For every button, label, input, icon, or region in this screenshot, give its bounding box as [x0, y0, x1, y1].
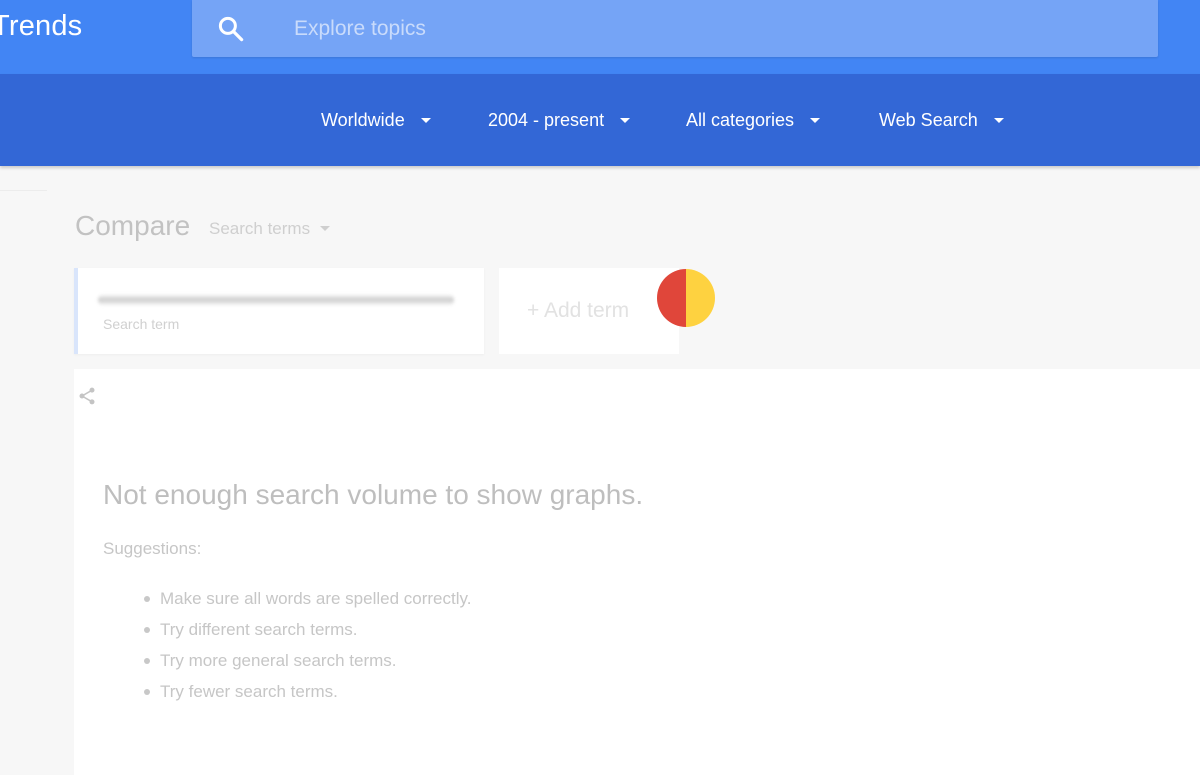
- search-term-caption: Search term: [103, 316, 180, 332]
- compare-mode-label: Search terms: [209, 219, 311, 238]
- add-term-button[interactable]: + Add term: [499, 268, 679, 354]
- location-dropdown-label: Worldwide: [321, 110, 405, 130]
- blurred-search-term: [98, 294, 454, 306]
- suggestion-item: Try fewer search terms.: [143, 681, 471, 712]
- term-color-yellow: [686, 269, 715, 327]
- top-app-bar: Trends: [0, 0, 1200, 74]
- search-icon[interactable]: [216, 14, 246, 44]
- chevron-down-icon: [993, 117, 1004, 123]
- chevron-down-icon: [420, 117, 431, 123]
- location-dropdown[interactable]: Worldwide: [321, 108, 431, 132]
- compare-mode-dropdown[interactable]: Search terms: [209, 219, 331, 239]
- suggestion-item: Try different search terms.: [143, 619, 471, 650]
- add-term-label: + Add term: [527, 299, 630, 322]
- result-panel: Not enough search volume to show graphs.…: [74, 369, 1200, 775]
- category-dropdown-label: All categories: [686, 110, 795, 130]
- chevron-down-icon: [810, 117, 821, 123]
- search-property-dropdown-label: Web Search: [879, 110, 978, 130]
- app-brand[interactable]: Trends: [0, 10, 82, 43]
- search-box[interactable]: [192, 0, 1158, 57]
- no-data-message: Not enough search volume to show graphs.: [103, 479, 644, 510]
- suggestion-item: Try more general search terms.: [143, 650, 471, 681]
- term-color-red: [657, 269, 686, 327]
- time-range-dropdown-label: 2004 - present: [488, 110, 605, 130]
- category-dropdown[interactable]: All categories: [686, 108, 821, 132]
- chevron-down-icon: [620, 117, 631, 123]
- suggestions-heading: Suggestions:: [103, 539, 202, 558]
- chevron-down-icon: [320, 226, 331, 232]
- suggestion-item: Make sure all words are spelled correctl…: [143, 588, 471, 619]
- share-icon[interactable]: [77, 386, 97, 406]
- search-term-card[interactable]: Search term: [74, 268, 484, 354]
- divider: [0, 190, 47, 191]
- filter-bar: Worldwide 2004 - present All categories …: [0, 74, 1200, 166]
- search-property-dropdown[interactable]: Web Search: [879, 108, 1004, 132]
- time-range-dropdown[interactable]: 2004 - present: [488, 108, 631, 132]
- suggestions-list: Make sure all words are spelled correctl…: [143, 588, 471, 712]
- search-input[interactable]: [292, 10, 1112, 48]
- compare-title: Compare: [75, 210, 191, 241]
- term-color-dot[interactable]: [657, 269, 715, 327]
